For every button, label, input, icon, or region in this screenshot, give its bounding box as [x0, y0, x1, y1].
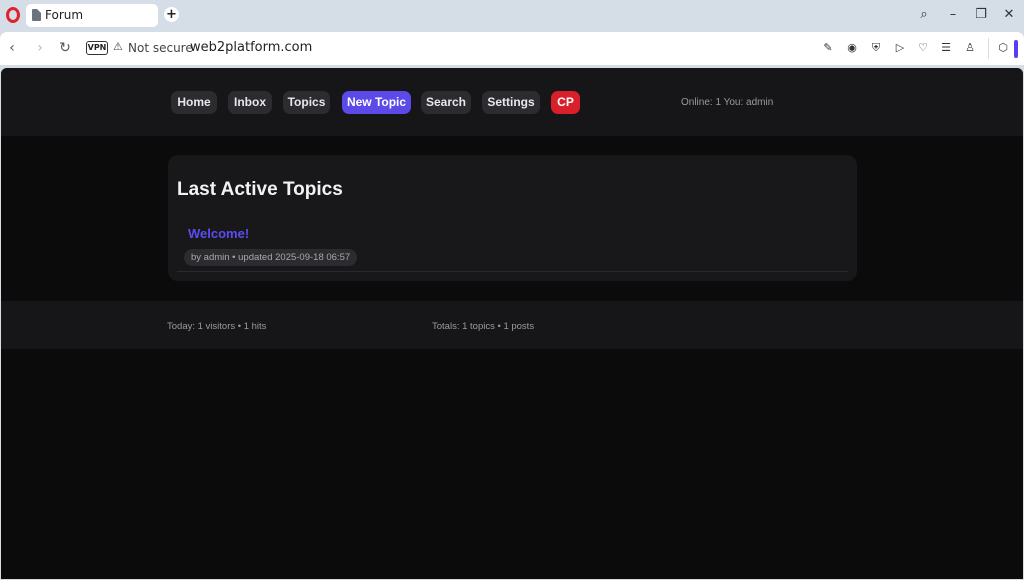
new-tab-button[interactable]: + [164, 7, 179, 22]
site-footer: Today: 1 visitors • 1 hits Totals: 1 top… [1, 301, 1023, 349]
opera-logo-icon[interactable] [6, 7, 20, 23]
nav-cp[interactable]: CP [551, 91, 580, 114]
card-title: Last Active Topics [177, 179, 343, 200]
toolbar-divider [988, 38, 989, 59]
last-active-topics-card: Last Active Topics Welcome! by admin • u… [168, 155, 857, 281]
close-icon[interactable]: ✕ [1001, 6, 1017, 24]
minimize-icon[interactable]: – [945, 6, 961, 24]
nav-new-topic[interactable]: New Topic [342, 91, 411, 114]
vpn-badge[interactable]: VPN [86, 41, 108, 55]
url-field[interactable]: web2platform.com [190, 40, 312, 55]
site-header: Home Inbox Topics New Topic Search Setti… [1, 68, 1023, 136]
extensions-cube-icon[interactable]: ⬡ [996, 41, 1010, 55]
nav-topics[interactable]: Topics [283, 91, 330, 114]
online-status: Online: 1 You: admin [681, 97, 774, 108]
play-icon[interactable]: ▷ [893, 41, 907, 55]
nav-inbox[interactable]: Inbox [228, 91, 272, 114]
topic-meta-badge: by admin • updated 2025-09-18 06:57 [184, 249, 358, 266]
camera-icon[interactable]: ◉ [845, 41, 859, 55]
menu-icon[interactable]: ☰ [939, 41, 953, 55]
page-viewport: Home Inbox Topics New Topic Search Setti… [1, 68, 1023, 579]
divider [177, 271, 848, 272]
search-tabs-icon[interactable]: ⌕ [916, 6, 932, 24]
security-status[interactable]: Not secure [128, 41, 193, 55]
forward-icon[interactable]: › [31, 39, 49, 57]
edit-icon[interactable]: ✎ [821, 41, 835, 55]
tab-title: Forum [45, 8, 84, 22]
heart-icon[interactable]: ♡ [916, 41, 930, 55]
nav-search[interactable]: Search [421, 91, 471, 114]
browser-tabbar: Forum + ⌕ – ❐ ✕ [0, 0, 1024, 31]
back-icon[interactable]: ‹ [3, 39, 21, 57]
nav-settings[interactable]: Settings [482, 91, 540, 114]
profile-icon[interactable]: ♙ [963, 41, 977, 55]
document-icon [32, 9, 41, 21]
topic-link[interactable]: Welcome! [188, 226, 249, 241]
footer-today-stats: Today: 1 visitors • 1 hits [167, 321, 267, 332]
restore-icon[interactable]: ❐ [973, 6, 989, 24]
footer-totals-stats: Totals: 1 topics • 1 posts [432, 321, 535, 332]
sidebar-indicator[interactable] [1014, 40, 1018, 58]
browser-tab[interactable]: Forum [26, 4, 158, 27]
nav-home[interactable]: Home [171, 91, 217, 114]
shield-icon[interactable]: ⛨ [869, 41, 883, 55]
reload-icon[interactable]: ↻ [56, 39, 74, 57]
address-bar: ‹ › ↻ VPN ⚠ Not secure web2platform.com … [0, 32, 1024, 65]
warning-icon[interactable]: ⚠ [113, 41, 125, 53]
